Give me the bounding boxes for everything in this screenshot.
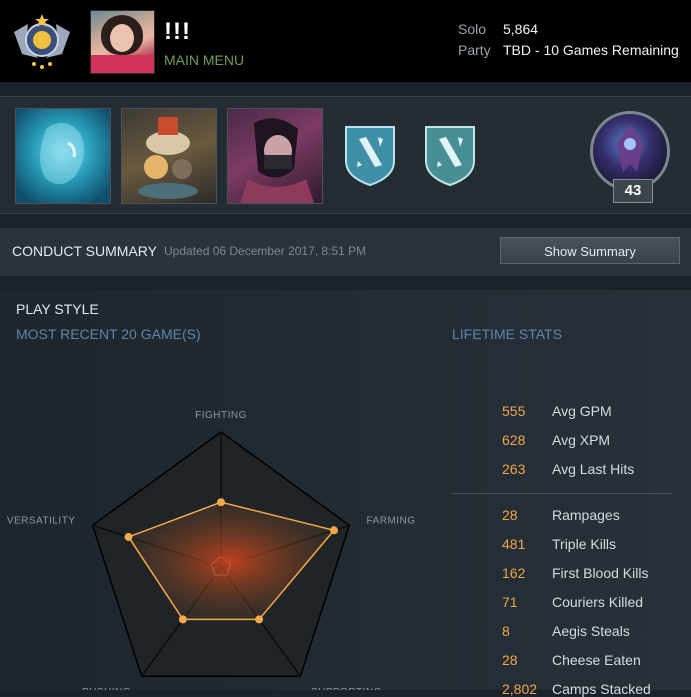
stat-value: 71: [502, 594, 518, 610]
stat-value: 28: [502, 507, 518, 523]
stat-label: Couriers Killed: [552, 594, 644, 610]
stat-label: First Blood Kills: [552, 565, 649, 581]
radar-point-farming: [329, 526, 338, 535]
radar-point-supporting: [255, 615, 264, 624]
stat-value: 8: [502, 623, 510, 639]
radar-axis-label-fighting: FIGHTING: [195, 410, 247, 421]
stat-label: Cheese Eaten: [552, 652, 641, 668]
stat-label: Triple Kills: [552, 536, 617, 552]
stat-label: Avg GPM: [552, 403, 612, 419]
stat-value: 2,802: [502, 681, 538, 697]
play-style-radar-chart: FIGHTINGFARMINGSUPPORTINGPUSHINGVERSATIL…: [7, 410, 416, 690]
stat-label: Avg Last Hits: [552, 461, 635, 477]
stat-value: 628: [502, 432, 526, 448]
stats-divider: [452, 493, 672, 494]
stat-label: Camps Stacked: [552, 681, 651, 697]
radar-axis-label-versatility: VERSATILITY: [7, 516, 76, 527]
stat-value: 263: [502, 461, 526, 477]
stat-label: Aegis Steals: [552, 623, 630, 639]
stat-value: 481: [502, 536, 526, 552]
stat-value: 555: [502, 403, 526, 419]
stat-label: Rampages: [552, 507, 620, 523]
radar-axis-label-farming: FARMING: [367, 516, 416, 527]
radar-point-versatility: [124, 532, 133, 541]
stat-label: Avg XPM: [552, 432, 611, 448]
stat-value: 28: [502, 652, 518, 668]
stat-value: 162: [502, 565, 526, 581]
radar-point-pushing: [178, 615, 187, 624]
radar-point-fighting: [217, 498, 225, 507]
